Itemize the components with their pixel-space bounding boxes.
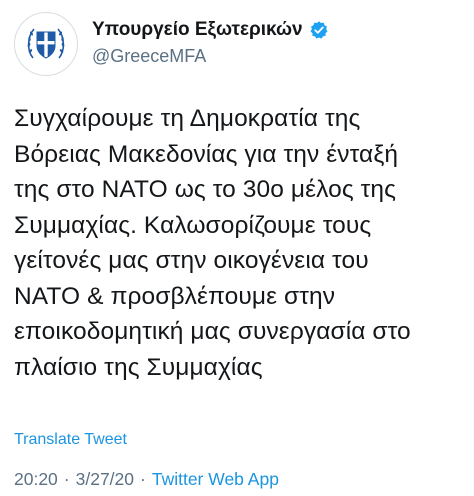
- tweet-meta: 20:20 · 3/27/20 · Twitter Web App: [14, 468, 279, 490]
- tweet-text: Συγχαίρουμε τη Δημοκρατία της Βόρειας Μα…: [14, 105, 411, 381]
- tweet-source-link[interactable]: Twitter Web App: [152, 468, 279, 490]
- avatar[interactable]: [14, 12, 78, 76]
- account-handle[interactable]: @GreeceMFA: [92, 44, 329, 68]
- display-name-row: Υπουργείο Εξωτερικών: [92, 18, 329, 42]
- tweet-time[interactable]: 20:20: [14, 468, 58, 490]
- meta-separator: ·: [63, 469, 70, 489]
- tweet-card: Υπουργείο Εξωτερικών @GreeceMFA Συγχαίρο…: [0, 0, 474, 496]
- verified-badge-icon: [309, 20, 329, 40]
- display-name[interactable]: Υπουργείο Εξωτερικών: [92, 18, 303, 42]
- meta-separator: ·: [140, 469, 146, 489]
- tweet-header: Υπουργείο Εξωτερικών @GreeceMFA: [14, 12, 329, 76]
- account-names: Υπουργείο Εξωτερικών @GreeceMFA: [92, 18, 329, 68]
- translate-tweet-link[interactable]: Translate Tweet: [14, 430, 127, 450]
- greek-coat-of-arms-icon: [27, 28, 65, 59]
- tweet-date[interactable]: 3/27/20: [76, 468, 134, 490]
